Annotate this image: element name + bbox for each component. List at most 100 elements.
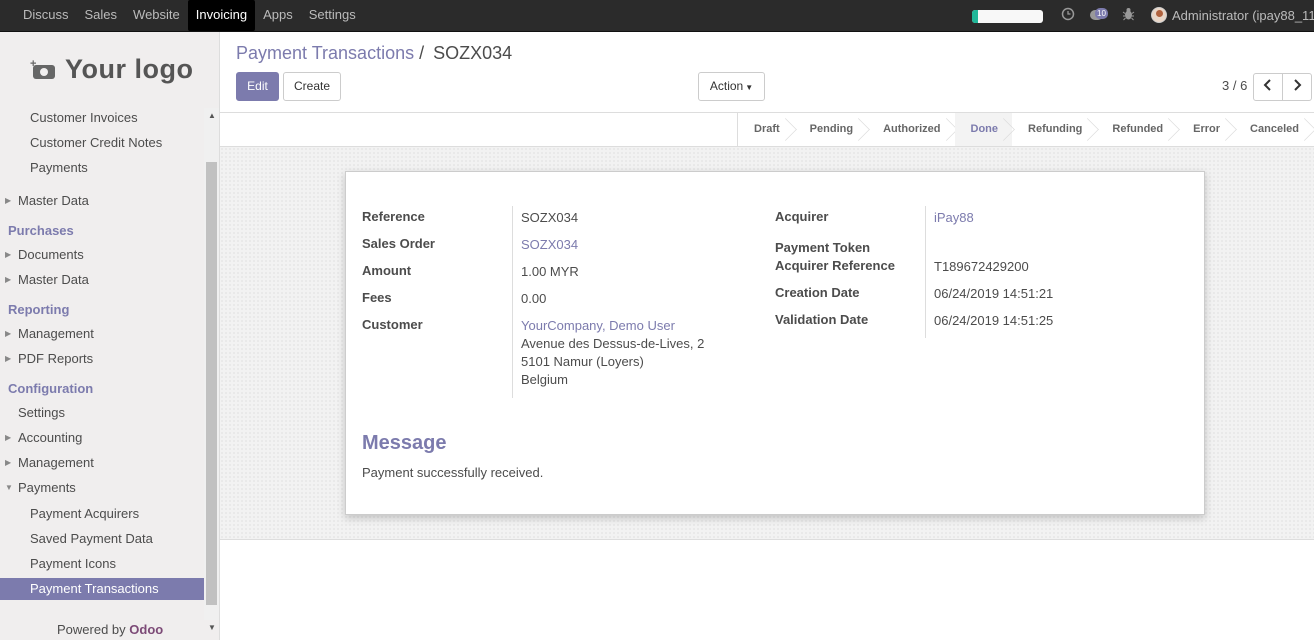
sidebar-item-customer-invoices[interactable]: Customer Invoices — [0, 107, 204, 129]
sidebar-item-label: Payment Acquirers — [30, 506, 140, 521]
status-step-refunded: Refunded — [1096, 113, 1177, 146]
sidebar-item-label: Accounting — [18, 430, 83, 445]
message-title: Message — [362, 432, 447, 454]
sidebar-scrollbar[interactable]: ▲ ▼ — [204, 108, 219, 632]
right-group-divider — [925, 206, 926, 338]
sidebar-item-label: Payments — [30, 160, 88, 175]
customer-city: 5101 Namur (Loyers) — [521, 354, 644, 369]
sidebar-item-payments[interactable]: ▼ Payments — [0, 477, 204, 499]
acquirer-reference-label: Acquirer Reference — [775, 258, 895, 273]
clock-icon[interactable] — [1061, 7, 1075, 24]
caret-right-icon: ▶ — [5, 433, 12, 442]
sidebar-item-payment-icons[interactable]: Payment Icons — [0, 553, 204, 575]
caret-right-icon: ▶ — [5, 250, 12, 259]
reference-label: Reference — [362, 209, 425, 224]
sidebar-item-payment-acquirers[interactable]: Payment Acquirers — [0, 503, 204, 525]
breadcrumb-parent-link[interactable]: Payment Transactions — [236, 43, 414, 63]
breadcrumb-current: SOZX034 — [433, 43, 513, 63]
status-step-error: Error — [1177, 113, 1234, 146]
sidebar-item-payments[interactable]: Payments — [0, 157, 204, 179]
top-navbar: Discuss Sales Website Invoicing Apps Set… — [0, 0, 1314, 32]
status-steps: Draft Pending Authorized Done Refunding Refun… — [737, 113, 1313, 146]
edit-button[interactable]: Edit — [236, 72, 279, 101]
sidebar-item-pdf-reports[interactable]: ▶ PDF Reports — [0, 348, 204, 370]
customer-link[interactable]: YourCompany, Demo User — [521, 318, 675, 333]
app-settings[interactable]: Settings — [301, 0, 364, 31]
caret-right-icon: ▶ — [5, 458, 12, 467]
app-menu: Discuss Sales Website Invoicing Apps Set… — [15, 0, 364, 31]
sidebar-item-customer-credit-notes[interactable]: Customer Credit Notes — [0, 132, 204, 154]
creation-date-value: 06/24/2019 14:51:21 — [934, 286, 1054, 301]
sidebar-section-purchases: Purchases — [8, 223, 74, 238]
main-content: Payment Transactions / SOZX034 Edit Crea… — [220, 32, 1314, 640]
sidebar-item-label: Master Data — [18, 193, 89, 208]
company-logo[interactable]: + Your logo — [30, 54, 194, 85]
acquirer-link[interactable]: iPay88 — [934, 210, 974, 225]
onboarding-progress-bar[interactable] — [972, 10, 1043, 23]
logo-text: Your logo — [65, 54, 194, 84]
user-menu[interactable]: Administrator (ipay88_11 — [1151, 7, 1314, 23]
action-dropdown-button[interactable]: Action ▼ — [698, 72, 765, 101]
creation-date-label: Creation Date — [775, 285, 860, 300]
sidebar-item-settings[interactable]: Settings — [0, 402, 204, 424]
odoo-link[interactable]: Odoo — [129, 622, 163, 637]
pager-next-button[interactable] — [1282, 73, 1312, 101]
sidebar-item-management[interactable]: ▶ Management — [0, 323, 204, 345]
status-step-pending: Pending — [794, 113, 867, 146]
sidebar-item-label: Settings — [18, 405, 65, 420]
app-apps[interactable]: Apps — [255, 0, 301, 31]
sidebar-item-label: Master Data — [18, 272, 89, 287]
sidebar-section-configuration: Configuration — [8, 381, 94, 396]
sidebar-item-label: PDF Reports — [18, 351, 94, 366]
sidebar-item-accounting[interactable]: ▶ Accounting — [0, 427, 204, 449]
sidebar-item-saved-payment-data[interactable]: Saved Payment Data — [0, 528, 204, 550]
scroll-up-icon[interactable]: ▲ — [208, 111, 216, 120]
sidebar-item-label: Payment Icons — [30, 556, 116, 571]
message-count-badge: 10 — [1095, 8, 1108, 19]
scrollbar-thumb[interactable] — [206, 162, 217, 605]
sidebar-section-reporting: Reporting — [8, 302, 70, 317]
pager-value[interactable]: 3 / 6 — [1222, 78, 1247, 93]
powered-by-text: Powered by — [57, 622, 126, 637]
status-step-authorized: Authorized — [867, 113, 954, 146]
sidebar-item-label: Documents — [18, 247, 84, 262]
messages-icon[interactable]: 10 — [1090, 8, 1111, 22]
sidebar-item-documents[interactable]: ▶ Documents — [0, 244, 204, 266]
action-label: Action — [709, 79, 744, 93]
sidebar-item-label: Customer Credit Notes — [30, 135, 163, 150]
amount-label: Amount — [362, 263, 412, 278]
amount-value: 1.00 MYR — [521, 264, 579, 279]
caret-right-icon: ▶ — [5, 354, 12, 363]
pager-previous-button[interactable] — [1253, 73, 1283, 101]
customer-country: Belgium — [521, 372, 568, 387]
app-website[interactable]: Website — [125, 0, 188, 31]
status-step-canceled: Canceled — [1234, 113, 1313, 146]
create-button[interactable]: Create — [283, 72, 341, 101]
app-discuss[interactable]: Discuss — [15, 0, 77, 31]
sidebar-item-label: Saved Payment Data — [30, 531, 153, 546]
validation-date-label: Validation Date — [775, 312, 869, 327]
validation-date-value: 06/24/2019 14:51:25 — [934, 313, 1054, 328]
acquirer-reference-value: T189672429200 — [934, 259, 1029, 274]
sales-order-link[interactable]: SOZX034 — [521, 237, 578, 252]
sidebar-item-label: Management — [18, 455, 94, 470]
form-sheet: Reference SOZX034 Sales Order SOZX034 Am… — [345, 171, 1205, 515]
caret-down-icon: ▼ — [745, 83, 754, 92]
acquirer-label: Acquirer — [775, 209, 829, 224]
app-invoicing[interactable]: Invoicing — [187, 0, 256, 31]
sidebar-item-label: Payment Transactions — [30, 581, 159, 596]
sidebar-item-payment-transactions[interactable]: Payment Transactions — [0, 578, 204, 600]
sidebar-item-master-data[interactable]: ▶ Master Data — [0, 190, 204, 212]
caret-right-icon: ▶ — [5, 329, 12, 338]
scroll-down-icon[interactable]: ▼ — [208, 623, 216, 632]
sidebar-item-management[interactable]: ▶ Management — [0, 452, 204, 474]
status-step-draft: Draft — [738, 113, 794, 146]
status-step-done: Done — [954, 113, 1013, 146]
sidebar-item-label: Management — [18, 326, 94, 341]
fees-label: Fees — [362, 290, 392, 305]
debug-bug-icon[interactable] — [1122, 7, 1135, 24]
sidebar-item-master-data[interactable]: ▶ Master Data — [0, 269, 204, 291]
app-sales[interactable]: Sales — [77, 0, 126, 31]
camera-icon: + — [30, 58, 55, 79]
sidebar-item-label: Payments — [18, 480, 76, 495]
